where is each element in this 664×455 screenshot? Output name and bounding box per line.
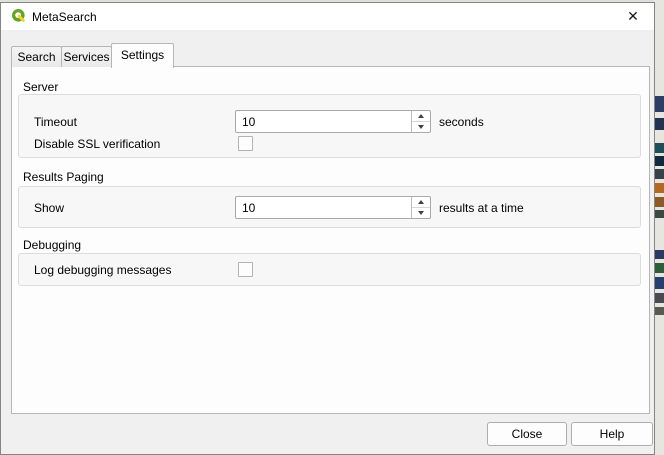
tab-services[interactable]: Services [61, 46, 112, 67]
close-button[interactable]: Close [487, 422, 567, 446]
tab-search[interactable]: Search [11, 46, 62, 67]
show-spin-buttons [411, 197, 430, 218]
background-app-strip [654, 0, 664, 455]
background-speck [655, 169, 664, 179]
timeout-input[interactable] [236, 111, 410, 132]
ssl-verification-checkbox[interactable] [238, 136, 253, 151]
server-group-frame: Timeout seconds Disable SSL verification [18, 94, 641, 158]
background-speck [655, 143, 664, 153]
background-speck [655, 277, 664, 289]
timeout-spin-down-icon[interactable] [412, 122, 430, 132]
background-speck [655, 118, 664, 130]
window-title: MetaSearch [32, 10, 97, 24]
show-spinbox [235, 196, 431, 219]
results-paging-group-label: Results Paging [23, 170, 104, 184]
timeout-label: Timeout [34, 115, 77, 129]
log-debugging-checkbox[interactable] [238, 262, 253, 277]
timeout-suffix-label: seconds [439, 115, 484, 129]
title-bar: MetaSearch ✕ [1, 3, 654, 30]
background-speck [655, 250, 664, 259]
server-group-label: Server [23, 80, 58, 94]
background-speck [655, 197, 664, 207]
ssl-verification-label: Disable SSL verification [34, 137, 160, 151]
metasearch-dialog: MetaSearch ✕ Search Services Settings Se… [0, 2, 655, 455]
show-label: Show [34, 201, 64, 215]
timeout-spinbox [235, 110, 431, 133]
screen: { "window": { "title": "MetaSearch", "cl… [0, 0, 664, 455]
background-speck [655, 96, 664, 112]
close-icon[interactable]: ✕ [616, 3, 650, 30]
qgis-logo-icon [11, 8, 27, 24]
help-button[interactable]: Help [571, 422, 653, 446]
show-input[interactable] [236, 197, 410, 218]
settings-tab-page: Server Timeout seconds Disable SSL verif… [11, 66, 650, 414]
background-speck [655, 210, 664, 218]
background-speck [655, 183, 664, 193]
background-speck [655, 307, 664, 315]
debugging-group-label: Debugging [23, 238, 81, 252]
results-paging-group-frame: Show results at a time [18, 186, 641, 228]
debugging-group-frame: Log debugging messages [18, 253, 641, 286]
tab-settings[interactable]: Settings [111, 43, 174, 68]
timeout-spin-up-icon[interactable] [412, 111, 430, 122]
show-spin-down-icon[interactable] [412, 208, 430, 218]
background-speck [655, 263, 664, 273]
background-speck [655, 156, 664, 166]
timeout-spin-buttons [411, 111, 430, 132]
show-suffix-label: results at a time [439, 201, 524, 215]
show-spin-up-icon[interactable] [412, 197, 430, 208]
background-speck [655, 293, 664, 303]
log-debugging-label: Log debugging messages [34, 263, 171, 277]
